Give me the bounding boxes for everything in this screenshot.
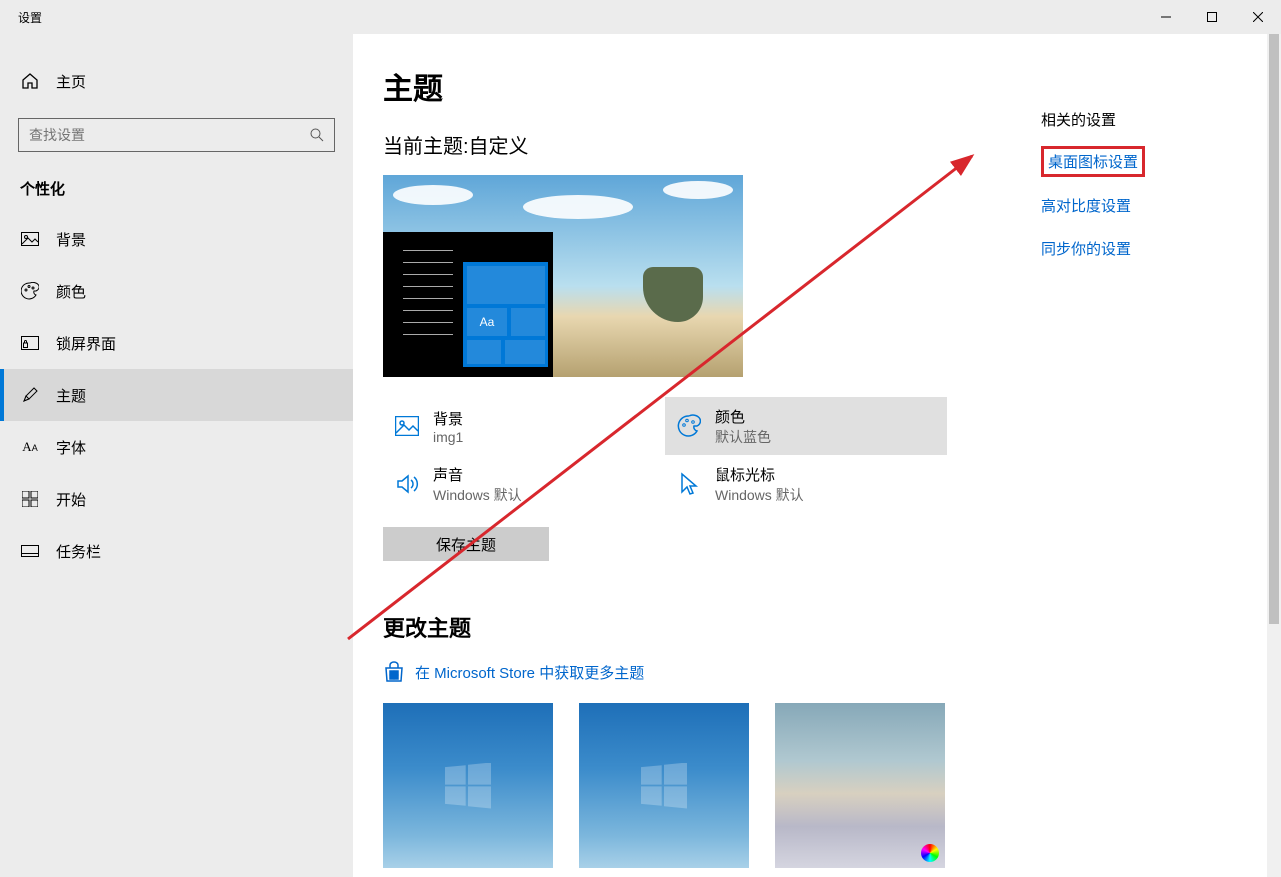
theme-options: 背景 img1 颜色 默认蓝色 声音 Windows 默认: [383, 397, 953, 513]
option-value: 默认蓝色: [715, 427, 771, 447]
related-link-high-contrast[interactable]: 高对比度设置: [1041, 195, 1241, 216]
sidebar-item-color[interactable]: 颜色: [0, 265, 353, 317]
store-icon: [383, 661, 405, 683]
colorwheel-icon: [921, 844, 939, 862]
sidebar-item-label: 主题: [56, 385, 86, 406]
theme-preview: Aa: [383, 175, 743, 377]
image-icon: [395, 414, 419, 438]
sidebar-item-label: 开始: [56, 489, 86, 510]
home-label: 主页: [56, 71, 86, 92]
titlebar: 设置: [0, 0, 1281, 34]
theme-thumbnails: [383, 703, 1281, 868]
window-controls: [1143, 0, 1281, 34]
sidebar-section-title: 个性化: [0, 172, 353, 213]
close-icon: [1253, 12, 1263, 22]
content-area: 主题 当前主题:自定义 Aa: [353, 34, 1281, 877]
search-icon: [310, 128, 324, 142]
option-background[interactable]: 背景 img1: [383, 397, 665, 455]
search-input[interactable]: [29, 127, 310, 143]
minimize-icon: [1161, 12, 1171, 22]
sidebar-item-label: 字体: [56, 437, 86, 458]
sidebar-item-start[interactable]: 开始: [0, 473, 353, 525]
sidebar-item-theme[interactable]: 主题: [0, 369, 353, 421]
related-link-desktop-icons[interactable]: 桌面图标设置: [1041, 146, 1145, 177]
image-icon: [20, 229, 40, 249]
palette-icon: [677, 414, 701, 438]
home-icon: [20, 71, 40, 91]
save-theme-button[interactable]: 保存主题: [383, 527, 549, 561]
sidebar-item-label: 锁屏界面: [56, 333, 116, 354]
option-title: 声音: [433, 464, 522, 485]
speaker-icon: [395, 472, 419, 496]
store-link[interactable]: 在 Microsoft Store 中获取更多主题: [383, 661, 1281, 683]
sidebar-item-taskbar[interactable]: 任务栏: [0, 525, 353, 577]
scrollbar[interactable]: [1267, 34, 1281, 877]
theme-thumb-2[interactable]: [579, 703, 749, 868]
related-settings-title: 相关的设置: [1041, 109, 1241, 130]
related-settings-panel: 相关的设置 桌面图标设置 高对比度设置 同步你的设置: [1041, 109, 1241, 281]
theme-thumb-1[interactable]: [383, 703, 553, 868]
option-title: 背景: [433, 408, 463, 429]
preview-start-menu: Aa: [463, 262, 548, 367]
window-title: 设置: [0, 9, 42, 26]
theme-thumb-3[interactable]: [775, 703, 945, 868]
option-value: Windows 默认: [715, 485, 804, 505]
change-theme-heading: 更改主题: [383, 611, 1281, 643]
option-sound[interactable]: 声音 Windows 默认: [383, 455, 665, 513]
minimize-button[interactable]: [1143, 0, 1189, 34]
start-icon: [20, 489, 40, 509]
search-input-wrapper[interactable]: [18, 118, 335, 152]
store-link-label: 在 Microsoft Store 中获取更多主题: [415, 662, 644, 683]
font-icon: AA: [20, 437, 40, 457]
option-value: img1: [433, 429, 463, 445]
sidebar-item-label: 任务栏: [56, 541, 101, 562]
close-button[interactable]: [1235, 0, 1281, 34]
preview-tile-text: Aa: [467, 308, 507, 336]
option-value: Windows 默认: [433, 485, 522, 505]
brush-icon: [20, 385, 40, 405]
taskbar-icon: [20, 541, 40, 561]
palette-icon: [20, 281, 40, 301]
sidebar-item-label: 颜色: [56, 281, 86, 302]
option-color[interactable]: 颜色 默认蓝色: [665, 397, 947, 455]
option-cursor[interactable]: 鼠标光标 Windows 默认: [665, 455, 947, 513]
sidebar-item-lockscreen[interactable]: 锁屏界面: [0, 317, 353, 369]
home-button[interactable]: 主页: [0, 54, 353, 108]
option-title: 颜色: [715, 406, 771, 427]
scrollbar-thumb[interactable]: [1269, 34, 1279, 624]
sidebar-item-font[interactable]: AA 字体: [0, 421, 353, 473]
maximize-button[interactable]: [1189, 0, 1235, 34]
cursor-icon: [677, 472, 701, 496]
option-title: 鼠标光标: [715, 464, 804, 485]
sidebar-item-background[interactable]: 背景: [0, 213, 353, 265]
page-title: 主题: [383, 64, 1281, 108]
lockscreen-icon: [20, 333, 40, 353]
related-link-sync[interactable]: 同步你的设置: [1041, 238, 1241, 259]
sidebar: 主页 个性化 背景 颜色 锁屏界面 主题 AA: [0, 34, 353, 877]
sidebar-item-label: 背景: [56, 229, 86, 250]
maximize-icon: [1207, 12, 1217, 22]
sidebar-nav: 背景 颜色 锁屏界面 主题 AA 字体 开始: [0, 213, 353, 577]
